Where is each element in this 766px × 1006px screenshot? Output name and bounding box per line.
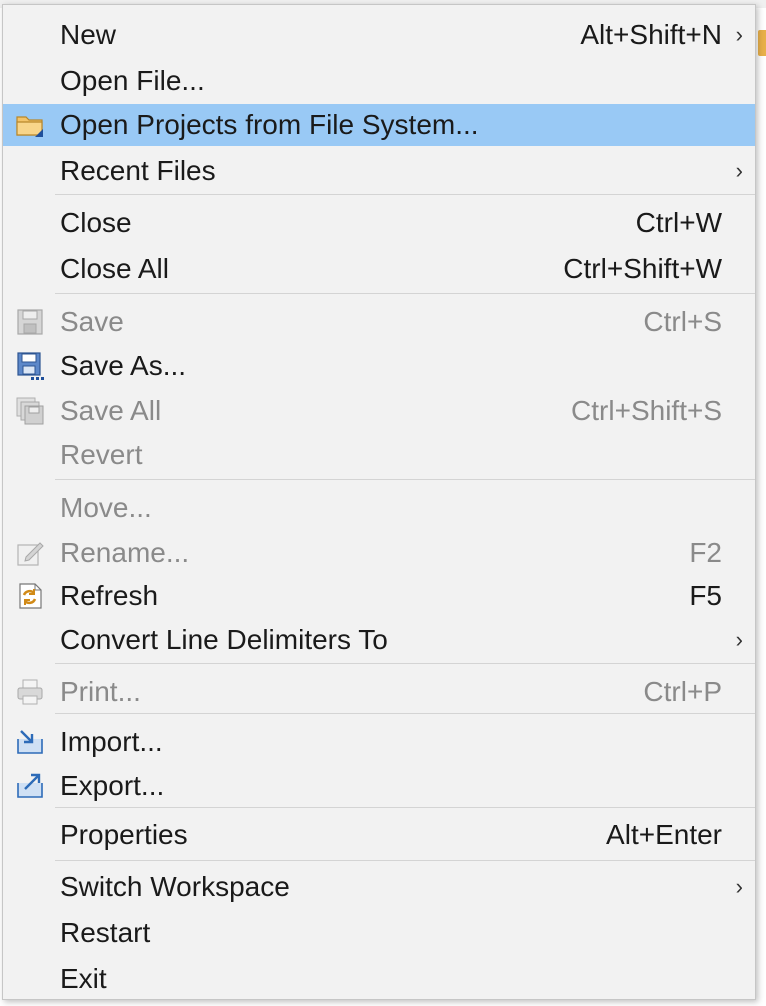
menu-separator [55, 807, 755, 808]
menu-item-open-file[interactable]: Open File... [3, 59, 755, 103]
menu-item-shortcut: Ctrl+Shift+W [563, 253, 722, 284]
menu-item-label: Exit [60, 963, 107, 994]
menu-item-shortcut: Ctrl+P [643, 676, 722, 707]
menu-item-shortcut: Alt+Enter [606, 819, 722, 850]
menu-separator [55, 479, 755, 480]
menu-item-save-as[interactable]: Save As... [3, 344, 755, 388]
menu-item-shortcut: Ctrl+S [643, 306, 722, 337]
menu-item-refresh[interactable]: Refresh F5 [3, 574, 755, 618]
menu-separator [55, 293, 755, 294]
menu-item-shortcut: Alt+Shift+N [580, 19, 722, 50]
export-icon [15, 771, 45, 801]
menu-item-label: Convert Line Delimiters To [60, 624, 388, 655]
menu-item-import[interactable]: Import... [3, 720, 755, 764]
menu-item-label: Switch Workspace [60, 871, 290, 902]
menu-item-label: Export... [60, 770, 165, 801]
menu-item-label: Recent Files [60, 155, 216, 186]
menu-item-new[interactable]: New Alt+Shift+N › [3, 13, 755, 57]
menu-item-save[interactable]: Save Ctrl+S [3, 300, 755, 344]
menu-item-label: Open Projects from File System... [60, 109, 479, 140]
menu-item-label: Open File... [60, 65, 205, 96]
menu-item-label: New [60, 19, 117, 50]
menu-item-save-all[interactable]: Save All Ctrl+Shift+S [3, 389, 755, 433]
file-menu: New Alt+Shift+N › Open File... Open Proj… [2, 4, 756, 1000]
menu-item-revert[interactable]: Revert [3, 433, 755, 477]
menu-item-move[interactable]: Move... [3, 486, 755, 530]
submenu-arrow-icon: › [735, 627, 743, 652]
import-icon [15, 727, 45, 757]
menu-item-label: Close [60, 207, 132, 238]
menu-item-label: Rename... [60, 537, 190, 568]
menu-item-label: Properties [60, 819, 188, 850]
menu-item-switch-workspace[interactable]: Switch Workspace › [3, 865, 755, 909]
menu-item-shortcut: F5 [689, 580, 722, 611]
menu-separator [55, 713, 755, 714]
folder-icon [15, 110, 45, 140]
menu-item-rename[interactable]: Rename... F2 [3, 531, 755, 575]
submenu-arrow-icon: › [735, 22, 743, 47]
menu-separator [55, 860, 755, 861]
refresh-icon [15, 581, 45, 611]
submenu-arrow-icon: › [735, 874, 743, 899]
menu-item-restart[interactable]: Restart [3, 911, 755, 955]
menu-item-label: Move... [60, 492, 152, 523]
menu-item-label: Print... [60, 676, 141, 707]
save-as-icon [15, 351, 45, 381]
save-icon [15, 307, 45, 337]
menu-item-label: Save All [60, 395, 162, 426]
rename-icon [15, 538, 45, 568]
menu-item-print[interactable]: Print... Ctrl+P [3, 670, 755, 714]
background-folder-icon [758, 30, 766, 56]
menu-item-properties[interactable]: Properties Alt+Enter [3, 813, 755, 857]
menu-item-label: Save As... [60, 350, 187, 381]
menu-item-export[interactable]: Export... [3, 764, 755, 808]
menu-item-shortcut: Ctrl+Shift+S [571, 395, 722, 426]
print-icon [15, 677, 45, 707]
menu-item-close-all[interactable]: Close All Ctrl+Shift+W [3, 247, 755, 291]
menu-item-exit[interactable]: Exit [3, 957, 755, 1001]
menu-item-label: Refresh [60, 580, 159, 611]
menu-item-shortcut: Ctrl+W [635, 207, 722, 238]
menu-item-label: Save [60, 306, 124, 337]
save-all-icon [15, 396, 45, 426]
menu-item-open-projects[interactable]: Open Projects from File System... [3, 104, 755, 146]
menu-item-close[interactable]: Close Ctrl+W [3, 201, 755, 245]
menu-item-convert-line-delimiters[interactable]: Convert Line Delimiters To › [3, 618, 755, 662]
menu-item-label: Import... [60, 726, 163, 757]
menu-separator [55, 663, 755, 664]
menu-item-shortcut: F2 [689, 537, 722, 568]
menu-separator [55, 194, 755, 195]
menu-item-label: Restart [60, 917, 151, 948]
submenu-arrow-icon: › [735, 158, 743, 183]
menu-item-label: Close All [60, 253, 169, 284]
menu-item-label: Revert [60, 439, 143, 470]
menu-item-recent-files[interactable]: Recent Files › [3, 149, 755, 193]
